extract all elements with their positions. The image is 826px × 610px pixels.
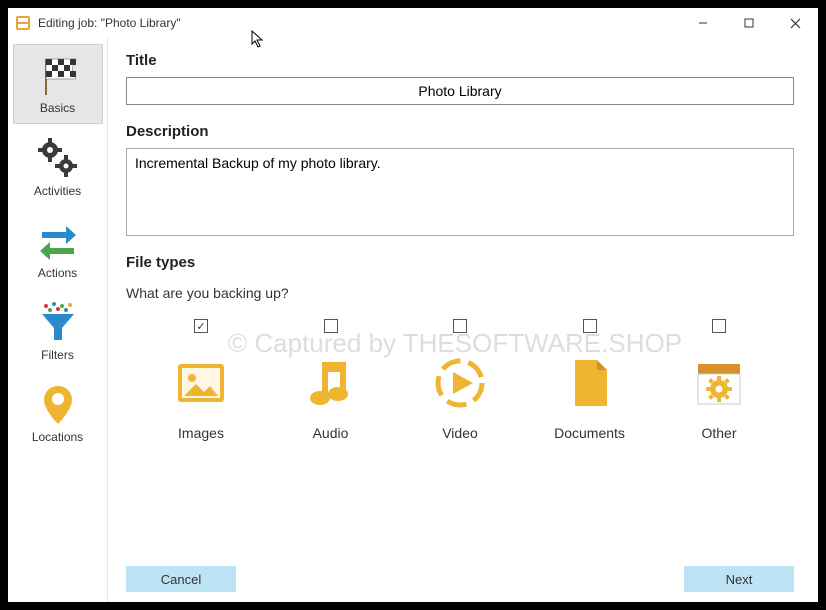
checkbox-audio[interactable]	[324, 319, 338, 333]
maximize-icon	[744, 18, 754, 28]
filetypes-question: What are you backing up?	[126, 285, 794, 301]
window-title: Editing job: "Photo Library"	[38, 16, 181, 30]
description-label: Description	[126, 123, 794, 140]
activities-gears-icon	[13, 134, 103, 182]
sidebar-label: Filters	[13, 348, 103, 362]
filetype-images[interactable]: Images	[146, 319, 256, 441]
maximize-button[interactable]	[726, 8, 772, 38]
filetypes-row: Images Audio	[126, 319, 794, 441]
filetype-label: Documents	[535, 425, 645, 441]
sidebar-item-actions[interactable]: Actions	[13, 210, 103, 288]
cancel-button[interactable]: Cancel	[126, 566, 236, 592]
description-textarea[interactable]	[126, 148, 794, 236]
sidebar: Basics Activities	[8, 38, 108, 602]
main-content: Title Description File types What are yo…	[108, 38, 818, 602]
filetype-label: Images	[146, 425, 256, 441]
other-icon	[664, 353, 774, 413]
titlebar: Editing job: "Photo Library"	[8, 8, 818, 38]
filetypes-label: File types	[126, 254, 794, 271]
filetype-documents[interactable]: Documents	[535, 319, 645, 441]
close-icon	[790, 18, 801, 29]
minimize-button[interactable]	[680, 8, 726, 38]
video-icon	[405, 353, 515, 413]
window-controls	[680, 8, 818, 38]
documents-icon	[535, 353, 645, 413]
bottom-bar: Cancel Next	[126, 566, 794, 592]
basics-flag-icon	[14, 51, 102, 99]
checkbox-other[interactable]	[712, 319, 726, 333]
locations-pin-icon	[13, 380, 103, 428]
actions-arrows-icon	[13, 216, 103, 264]
filetype-label: Other	[664, 425, 774, 441]
next-button[interactable]: Next	[684, 566, 794, 592]
sidebar-item-activities[interactable]: Activities	[13, 128, 103, 206]
filters-funnel-icon	[13, 298, 103, 346]
filetype-other[interactable]: Other	[664, 319, 774, 441]
sidebar-item-locations[interactable]: Locations	[13, 374, 103, 452]
checkbox-video[interactable]	[453, 319, 467, 333]
sidebar-label: Basics	[14, 101, 102, 115]
sidebar-label: Locations	[13, 430, 103, 444]
filetype-label: Video	[405, 425, 515, 441]
images-icon	[146, 353, 256, 413]
filetype-audio[interactable]: Audio	[276, 319, 386, 441]
title-input[interactable]	[126, 77, 794, 105]
filetype-video[interactable]: Video	[405, 319, 515, 441]
minimize-icon	[698, 18, 708, 28]
sidebar-label: Activities	[13, 184, 103, 198]
filetype-label: Audio	[276, 425, 386, 441]
sidebar-label: Actions	[13, 266, 103, 280]
sidebar-item-basics[interactable]: Basics	[13, 44, 103, 124]
close-button[interactable]	[772, 8, 818, 38]
checkbox-documents[interactable]	[583, 319, 597, 333]
app-icon	[16, 16, 30, 30]
title-label: Title	[126, 52, 794, 69]
checkbox-images[interactable]	[194, 319, 208, 333]
audio-icon	[276, 353, 386, 413]
sidebar-item-filters[interactable]: Filters	[13, 292, 103, 370]
